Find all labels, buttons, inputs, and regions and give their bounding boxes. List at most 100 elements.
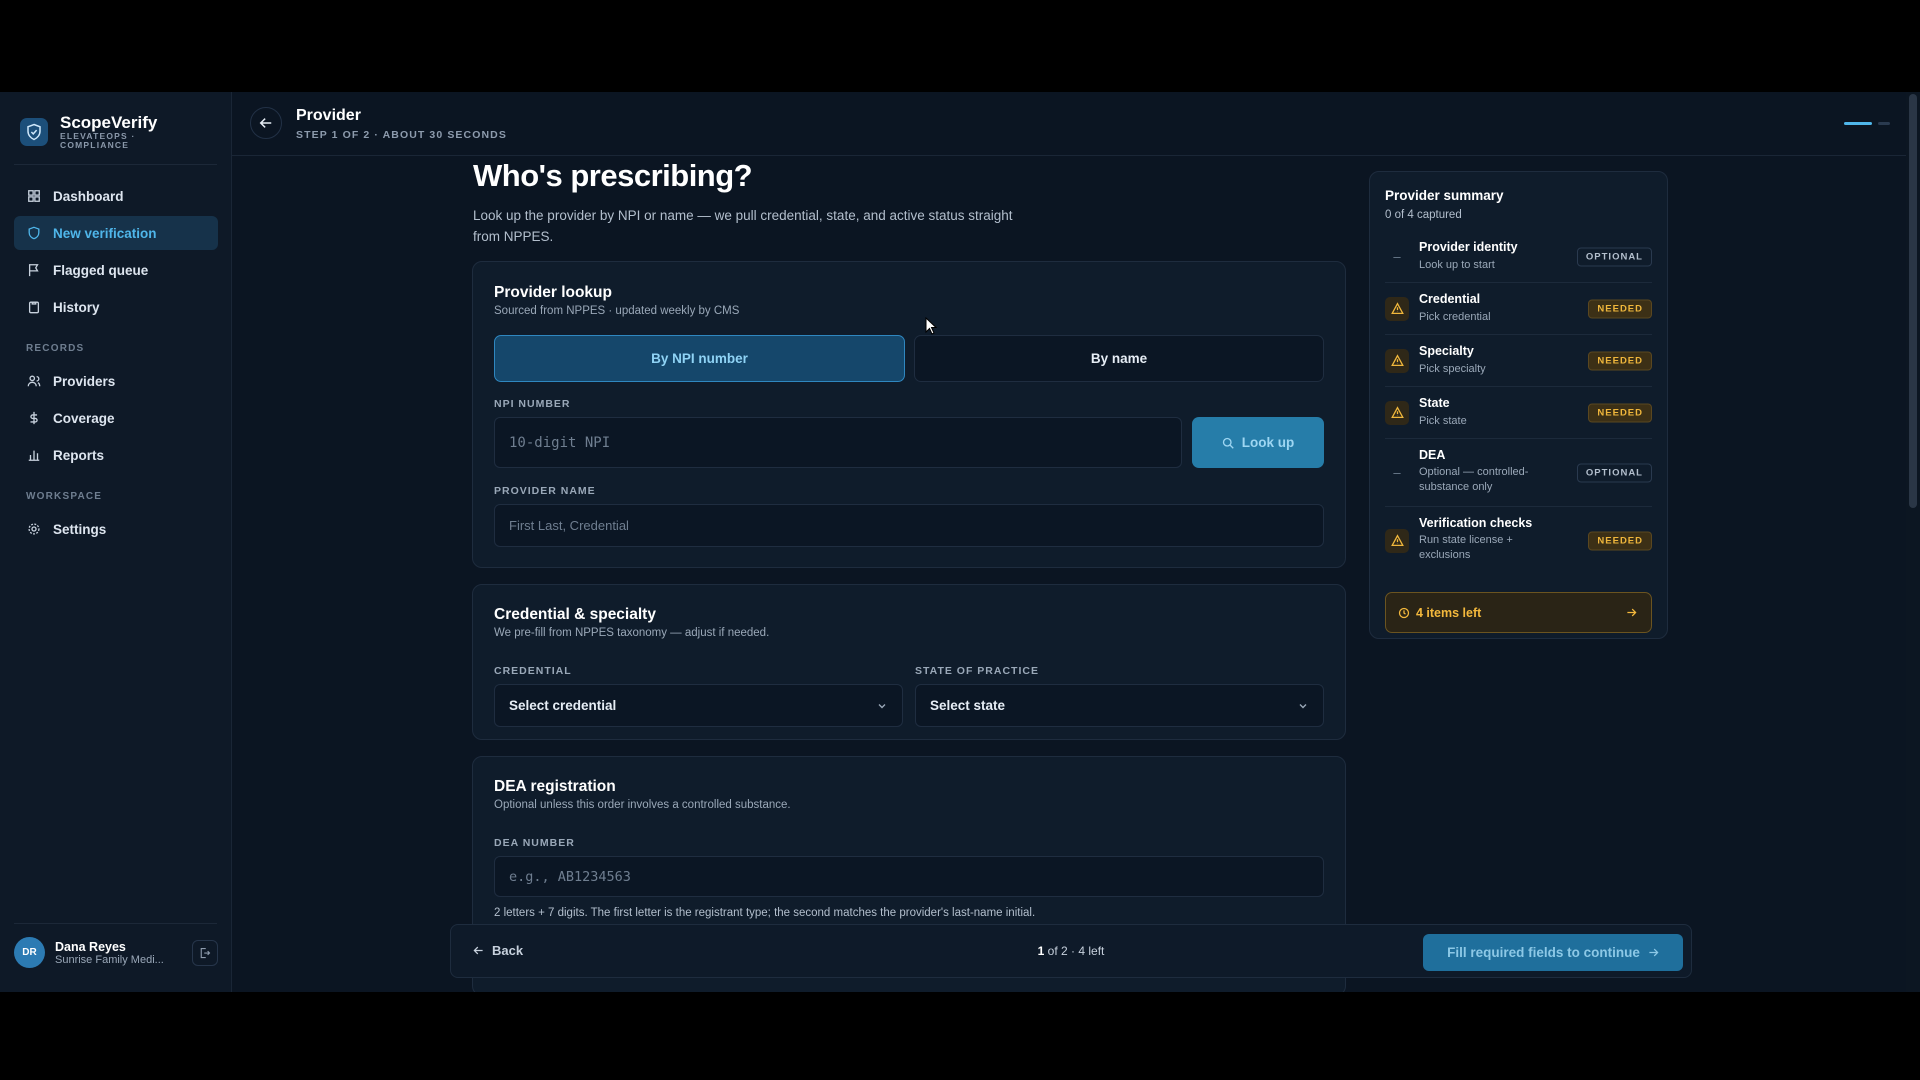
dea-number-input[interactable]: e.g., AB1234563 [494, 856, 1324, 897]
app-window: ScopeVerify ELEVATEOPS · COMPLIANCE Dash… [0, 92, 1920, 992]
user-org: Sunrise Family Medi... [55, 953, 164, 966]
summary-row-verification-checks: Verification checks Run state license + … [1385, 507, 1652, 574]
step-indicator [1878, 122, 1890, 125]
sidebar-item-label: History [53, 299, 100, 315]
user-name: Dana Reyes [55, 939, 126, 954]
lookup-button[interactable]: Look up [1192, 417, 1324, 468]
user-profile[interactable]: DR Dana Reyes Sunrise Family Medi... [14, 937, 218, 968]
summary-row-desc: Pick credential [1419, 311, 1491, 323]
brand[interactable]: ScopeVerify ELEVATEOPS · COMPLIANCE [20, 114, 157, 150]
summary-row-desc: Optional — controlled-substance only [1419, 466, 1529, 493]
summary-row-name: Credential [1419, 292, 1481, 306]
sidebar-item-label: Settings [53, 521, 107, 537]
sidebar-item-label: New verification [53, 225, 157, 241]
warning-icon [1385, 528, 1409, 553]
arrow-right-icon [1627, 608, 1637, 617]
credential-select[interactable]: Select credential [494, 684, 903, 727]
summary-row-credential: Credential Pick credential NEEDED [1385, 283, 1652, 335]
credential-label: CREDENTIAL [494, 665, 572, 677]
section-workspace: WORKSPACE [26, 491, 103, 502]
sidebar-item-label: Dashboard [53, 188, 124, 204]
sidebar-nav: Dashboard New verification Flagged queue… [14, 179, 218, 549]
arrow-left-icon [259, 118, 272, 128]
step-indicator-active [1844, 122, 1872, 125]
card-subtitle: Optional unless this order involves a co… [494, 799, 791, 811]
state-select[interactable]: Select state [915, 684, 1324, 727]
credential-specialty-card: Credential & specialty We pre-fill from … [472, 584, 1346, 740]
sidebar-item-dashboard[interactable]: Dashboard [14, 179, 218, 213]
summary-row-desc: Pick state [1419, 415, 1467, 427]
logout-button[interactable] [192, 939, 218, 966]
summary-row-name: Provider identity [1419, 240, 1518, 254]
status-badge: NEEDED [1588, 351, 1652, 370]
shield-check-icon [28, 226, 40, 240]
summary-row-desc: Pick specialty [1419, 363, 1486, 375]
summary-row-name: State [1419, 396, 1450, 410]
back-arrow-button[interactable] [250, 107, 282, 139]
warning-icon [1385, 348, 1409, 373]
brand-name: ScopeVerify [60, 113, 158, 132]
sidebar-item-label: Coverage [53, 410, 115, 426]
card-title: Provider lookup [494, 284, 612, 301]
sidebar-item-providers[interactable]: Providers [14, 364, 218, 398]
users-icon [27, 375, 41, 387]
continue-button-label: Fill required fields to continue [1447, 945, 1640, 960]
summary-subtitle: 0 of 4 captured [1385, 209, 1462, 221]
lookup-button-label: Look up [1241, 435, 1295, 450]
header-subtitle: STEP 1 OF 2 · ABOUT 30 SECONDS [296, 129, 507, 141]
step-rest: of 2 · 4 left [1044, 944, 1105, 958]
dea-number-label: DEA NUMBER [494, 837, 575, 849]
sidebar-item-history[interactable]: History [14, 290, 218, 324]
npi-label: NPI NUMBER [494, 398, 571, 410]
sidebar-item-coverage[interactable]: Coverage [14, 401, 218, 435]
footer-action-bar: Back 1 of 2 · 4 left Fill required field… [450, 924, 1692, 978]
dea-hint: 2 letters + 7 digits. The first letter i… [494, 907, 1036, 919]
divider [14, 923, 217, 924]
summary-row-state: State Pick state NEEDED [1385, 387, 1652, 439]
card-title: DEA registration [494, 778, 616, 795]
status-badge: NEEDED [1588, 531, 1652, 550]
dash-icon: – [1393, 465, 1401, 480]
clipboard-icon [28, 301, 40, 314]
sidebar-item-settings[interactable]: Settings [14, 512, 218, 546]
sidebar-item-new-verification[interactable]: New verification [14, 216, 218, 250]
logout-icon [200, 947, 211, 958]
page-description: Look up the provider by NPI or name — we… [473, 208, 1013, 244]
arrow-right-icon [1649, 948, 1659, 957]
sidebar-item-label: Reports [53, 447, 105, 463]
card-title: Credential & specialty [494, 606, 656, 623]
tab-by-name[interactable]: By name [914, 335, 1324, 382]
warning-icon [1385, 400, 1409, 425]
items-left-button[interactable]: 4 items left [1385, 592, 1652, 633]
step-progress [1844, 122, 1890, 125]
sidebar-item-flagged-queue[interactable]: Flagged queue [14, 253, 218, 287]
credential-select-value: Select credential [509, 698, 617, 713]
summary-row-dea: – DEA Optional — controlled-substance on… [1385, 439, 1652, 507]
scrollbar[interactable] [1906, 92, 1920, 992]
header-title: Provider [296, 107, 361, 124]
npi-input[interactable]: 10-digit NPI [494, 417, 1182, 468]
provider-lookup-card: Provider lookup Sourced from NPPES · upd… [472, 261, 1346, 568]
provider-summary-panel: Provider summary 0 of 4 captured – Provi… [1369, 171, 1668, 639]
continue-button[interactable]: Fill required fields to continue [1423, 934, 1683, 971]
scrollbar-thumb[interactable] [1909, 94, 1917, 508]
status-badge: OPTIONAL [1576, 247, 1652, 266]
provider-name-input[interactable]: First Last, Credential [494, 504, 1324, 547]
sidebar-item-reports[interactable]: Reports [14, 438, 218, 472]
clock-icon [1398, 607, 1410, 618]
state-label: STATE OF PRACTICE [915, 665, 1039, 677]
shield-logo-icon [20, 118, 48, 146]
section-records: RECORDS [26, 343, 85, 354]
bar-chart-icon [28, 450, 40, 461]
search-icon [1222, 437, 1234, 449]
summary-row-name: Specialty [1419, 344, 1474, 358]
summary-row-name: DEA [1419, 448, 1446, 462]
summary-title: Provider summary [1385, 188, 1504, 203]
dollar-icon [30, 411, 38, 425]
page-title: Who's prescribing? [473, 158, 753, 193]
status-badge: OPTIONAL [1576, 463, 1652, 482]
warning-icon [1385, 296, 1409, 321]
tab-by-npi[interactable]: By NPI number [494, 335, 905, 382]
summary-row-desc: Look up to start [1419, 259, 1495, 271]
chevron-down-icon [1299, 703, 1307, 708]
